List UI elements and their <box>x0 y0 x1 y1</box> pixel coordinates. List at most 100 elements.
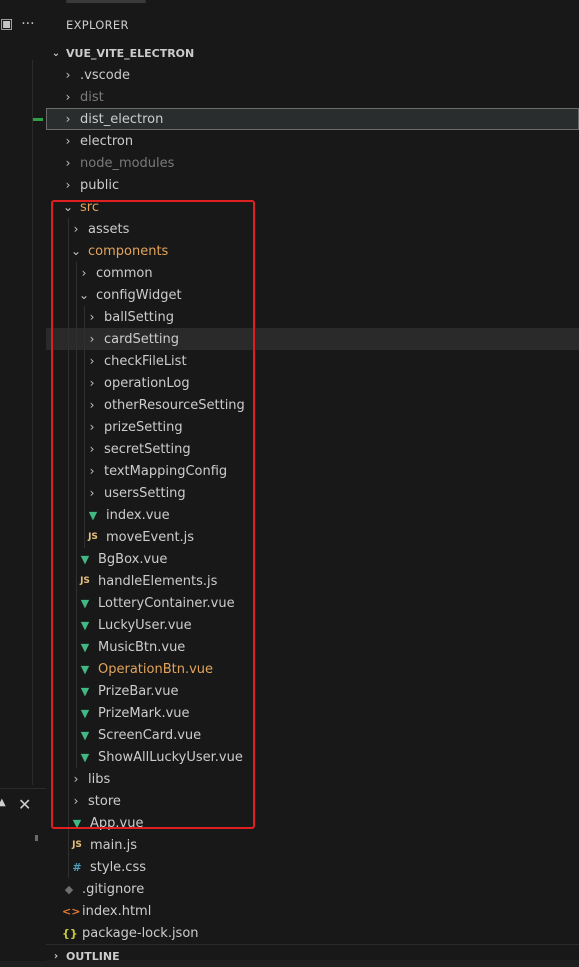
tree-file-item[interactable]: ◆ .gitignore <box>46 878 579 900</box>
tree-file-item[interactable]: ▼ ShowAllLuckyUser.vue <box>46 746 579 768</box>
vue-file-icon: ▼ <box>80 750 90 764</box>
tree-item-label: libs <box>88 771 111 787</box>
indent-guide <box>68 240 69 262</box>
tree-folder-item[interactable]: › libs <box>46 768 579 790</box>
indent-guide <box>84 350 85 372</box>
indent-guide <box>76 482 77 504</box>
explorer-panel: EXPLORER ⌄ VUE_VITE_ELECTRON › .vscode › di… <box>46 0 579 963</box>
outline-section-header[interactable]: › OUTLINE <box>46 944 579 967</box>
tree-file-item[interactable]: ▼ LotteryContainer.vue <box>46 592 579 614</box>
tree-item-label: index.html <box>82 903 152 919</box>
tree-folder-item[interactable]: › ballSetting <box>46 306 579 328</box>
tree-file-item[interactable]: JS handleElements.js <box>46 570 579 592</box>
tree-item-label: main.js <box>90 837 137 853</box>
vue-file-icon: ▼ <box>80 640 90 654</box>
indent-guide <box>84 482 85 504</box>
js-file-icon: JS <box>80 576 90 586</box>
tree-folder-item[interactable]: › .vscode <box>46 64 579 86</box>
tree-file-item[interactable]: {} package-lock.json <box>46 922 579 944</box>
indent-guide <box>84 394 85 416</box>
tree-folder-item[interactable]: › assets <box>46 218 579 240</box>
tree-folder-item[interactable]: › common <box>46 262 579 284</box>
indent-guide <box>76 592 77 614</box>
tree-folder-item[interactable]: ⌄ components <box>46 240 579 262</box>
vue-file-icon: ▼ <box>80 552 90 566</box>
explorer-title: EXPLORER <box>66 18 129 32</box>
tree-item-label: public <box>80 177 120 193</box>
left-panel: ▣ ··· ▲ ✕ <box>0 0 46 961</box>
tree-file-item[interactable]: ▼ PrizeMark.vue <box>46 702 579 724</box>
indent-guide <box>76 702 77 724</box>
tree-folder-item[interactable]: › prizeSetting <box>46 416 579 438</box>
json-file-icon: {} <box>62 926 78 940</box>
indent-guide <box>68 394 69 416</box>
chevron-right-icon: › <box>65 90 71 104</box>
tree-file-item[interactable]: ▼ App.vue <box>46 812 579 834</box>
tree-folder-item[interactable]: › dist_electron <box>46 108 579 130</box>
tree-item-label: components <box>88 243 169 259</box>
indent-guide <box>76 350 77 372</box>
indent-guide <box>76 416 77 438</box>
tree-item-label: assets <box>88 221 130 237</box>
vue-file-icon: ▼ <box>80 684 90 698</box>
tree-file-item[interactable]: ▼ PrizeBar.vue <box>46 680 579 702</box>
tree-folder-item[interactable]: › secretSetting <box>46 438 579 460</box>
workspace-root-header[interactable]: ⌄ VUE_VITE_ELECTRON <box>46 42 579 64</box>
tree-folder-item[interactable]: ⌄ configWidget <box>46 284 579 306</box>
indent-guide <box>84 438 85 460</box>
tree-file-item[interactable]: ▼ ScreenCard.vue <box>46 724 579 746</box>
tree-item-label: App.vue <box>90 815 144 831</box>
tree-folder-item[interactable]: › node_modules <box>46 152 579 174</box>
tree-item-label: usersSetting <box>104 485 186 501</box>
indent-guide <box>68 790 69 812</box>
scrollbar[interactable] <box>66 0 146 3</box>
chevron-right-icon: › <box>81 266 87 280</box>
indent-guide <box>76 262 77 284</box>
tree-folder-item[interactable]: › textMappingConfig <box>46 460 579 482</box>
tree-file-item[interactable]: ▼ OperationBtn.vue <box>46 658 579 680</box>
vue-file-icon: ▼ <box>80 706 90 720</box>
tree-folder-item[interactable]: › dist <box>46 86 579 108</box>
tree-item-label: dist <box>80 89 104 105</box>
tree-file-item[interactable]: ▼ index.vue <box>46 504 579 526</box>
tree-folder-item[interactable]: › public <box>46 174 579 196</box>
tree-file-item[interactable]: ▼ MusicBtn.vue <box>46 636 579 658</box>
tree-folder-item[interactable]: › otherResourceSetting <box>46 394 579 416</box>
tree-folder-item[interactable]: › operationLog <box>46 372 579 394</box>
git-file-icon: ◆ <box>64 882 74 896</box>
indent-guide <box>84 372 85 394</box>
chevron-down-icon: ⌄ <box>70 244 82 258</box>
tree-folder-item[interactable]: › store <box>46 790 579 812</box>
tree-folder-item[interactable]: › cardSetting <box>46 328 579 350</box>
tree-item-label: textMappingConfig <box>104 463 228 479</box>
tree-item-label: OperationBtn.vue <box>98 661 214 677</box>
left-divider <box>32 60 33 785</box>
tree-file-item[interactable]: JS main.js <box>46 834 579 856</box>
tree-item-label: prizeSetting <box>104 419 183 435</box>
chevron-right-icon: › <box>89 354 95 368</box>
tree-item-label: ShowAllLuckyUser.vue <box>98 749 243 765</box>
tree-folder-item[interactable]: › electron <box>46 130 579 152</box>
tree-item-label: moveEvent.js <box>106 529 195 545</box>
chevron-down-icon: ⌄ <box>51 47 61 59</box>
tree-file-item[interactable]: JS moveEvent.js <box>46 526 579 548</box>
tree-folder-item[interactable]: › usersSetting <box>46 482 579 504</box>
indent-guide <box>76 328 77 350</box>
more-actions-icon[interactable]: ··· <box>21 16 34 32</box>
tree-file-item[interactable]: ▼ LuckyUser.vue <box>46 614 579 636</box>
tree-folder-item[interactable]: › checkFileList <box>46 350 579 372</box>
chevron-right-icon: › <box>73 794 79 808</box>
tree-folder-item[interactable]: ⌄ src <box>46 196 579 218</box>
tree-file-item[interactable]: ▼ BgBox.vue <box>46 548 579 570</box>
indent-guide <box>68 306 69 328</box>
vue-file-icon: ▼ <box>88 508 98 522</box>
indent-guide <box>68 834 69 856</box>
indent-guide <box>76 460 77 482</box>
layout-icon[interactable]: ▣ <box>0 16 13 32</box>
vue-file-icon: ▼ <box>80 618 90 632</box>
collapse-up-icon[interactable]: ▲ <box>0 797 6 808</box>
indent-guide <box>68 570 69 592</box>
close-icon[interactable]: ✕ <box>18 795 31 814</box>
tree-file-item[interactable]: <> index.html <box>46 900 579 922</box>
tree-file-item[interactable]: # style.css <box>46 856 579 878</box>
